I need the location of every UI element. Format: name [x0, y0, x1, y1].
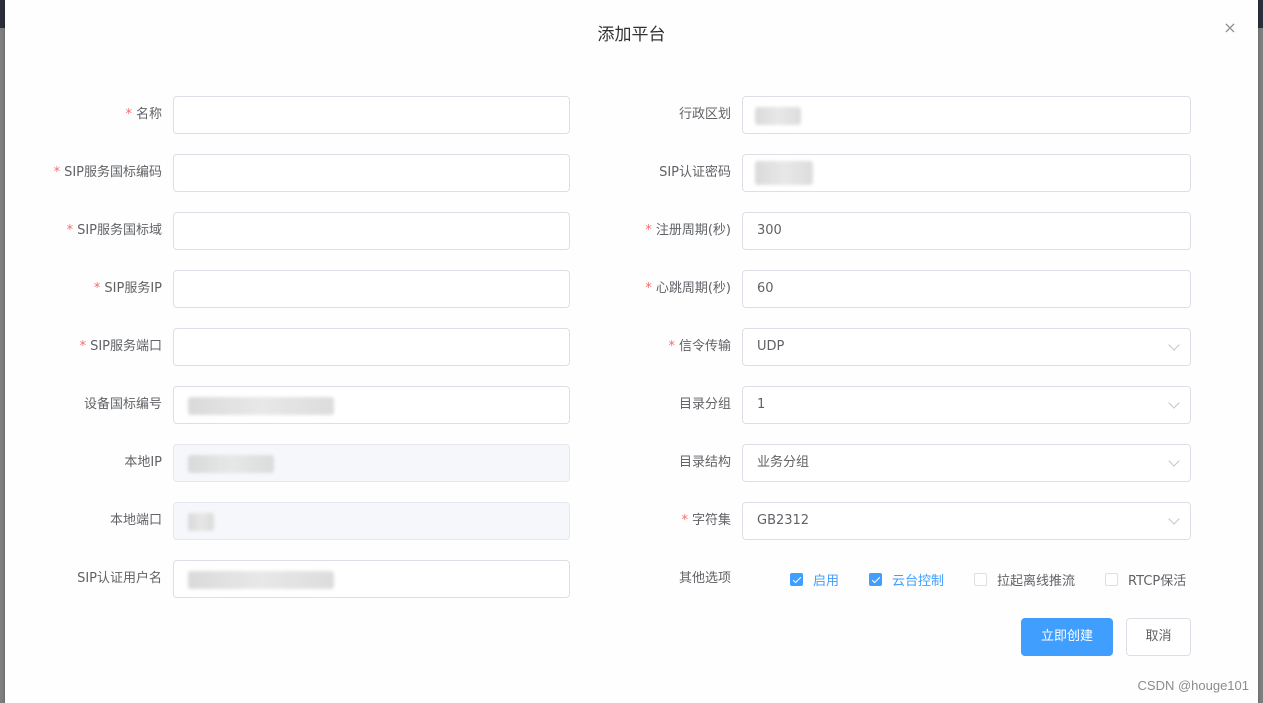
field-sip-server-id: * SIP服务国标编码	[5, 154, 605, 192]
dialog-title: 添加平台	[597, 25, 666, 45]
checkbox-start-offline-push[interactable]: 拉起离线推流	[974, 570, 1075, 589]
field-device-gb-id: 设备国标编号	[5, 386, 605, 424]
field-other-options: 其他选项 启用 云台控制 拉起离线推流 RTCP保活	[605, 560, 1258, 598]
catalog-group-select[interactable]: 1	[742, 386, 1191, 424]
field-catalog-group: 目录分组 1	[605, 386, 1258, 424]
admin-division-input[interactable]	[742, 96, 1191, 134]
field-label: 目录结构	[678, 455, 731, 470]
field-label: * 心跳周期(秒)	[645, 281, 731, 296]
checkbox-unchecked-icon	[1105, 572, 1119, 586]
checkbox-enable[interactable]: 启用	[790, 570, 839, 589]
field-sip-server-port: * SIP服务端口	[5, 328, 605, 366]
sip-server-domain-input[interactable]	[173, 212, 570, 250]
field-name: * 名称	[5, 96, 605, 134]
transport-select[interactable]: UDP	[742, 328, 1191, 366]
field-charset: * 字符集 GB2312	[605, 502, 1258, 540]
cancel-button[interactable]: 取消	[1126, 618, 1191, 656]
checkbox-ptz-control[interactable]: 云台控制	[869, 570, 944, 589]
device-gb-id-input[interactable]	[173, 386, 570, 424]
redacted-value	[188, 455, 274, 473]
field-admin-division: 行政区划	[605, 96, 1258, 134]
keepalive-period-input[interactable]: 60	[742, 270, 1191, 308]
checkbox-checked-icon	[790, 572, 803, 586]
redacted-value	[188, 571, 334, 589]
field-label: 行政区划	[678, 107, 731, 122]
field-label: SIP认证用户名	[77, 571, 162, 586]
chevron-down-icon	[1168, 513, 1180, 525]
create-button[interactable]: 立即创建	[1021, 618, 1113, 656]
field-label: 设备国标编号	[83, 397, 162, 412]
sip-server-id-input[interactable]	[173, 154, 570, 192]
select-value: UDP	[757, 339, 785, 354]
chevron-down-icon	[1168, 397, 1180, 409]
sip-server-ip-input[interactable]	[173, 270, 570, 308]
checkbox-unchecked-icon	[974, 572, 988, 586]
redacted-value	[755, 107, 801, 125]
field-sip-server-domain: * SIP服务国标域	[5, 212, 605, 250]
field-local-ip: 本地IP	[5, 444, 605, 482]
field-label: 本地IP	[124, 455, 162, 470]
redacted-value	[188, 397, 334, 415]
add-platform-dialog: 添加平台 × * 名称 * SIP服务国标编码 * SIP服务国标域 * SIP服务IP…	[5, 0, 1258, 703]
field-label: * SIP服务国标域	[66, 223, 162, 238]
watermark: CSDN @houge101	[1137, 678, 1249, 693]
charset-select[interactable]: GB2312	[742, 502, 1191, 540]
field-register-period: * 注册周期(秒) 300	[605, 212, 1258, 250]
field-label: * 注册周期(秒)	[645, 223, 731, 238]
field-label: 目录分组	[678, 397, 731, 412]
chevron-down-icon	[1168, 339, 1180, 351]
field-label: 其他选项	[678, 571, 731, 586]
field-label: * SIP服务国标编码	[53, 165, 162, 180]
select-value: 业务分组	[757, 455, 810, 470]
local-ip-input	[173, 444, 570, 482]
catalog-structure-select[interactable]: 业务分组	[742, 444, 1191, 482]
redacted-value	[188, 513, 214, 531]
field-sip-auth-password: SIP认证密码	[605, 154, 1258, 192]
close-icon[interactable]: ×	[1220, 18, 1240, 38]
field-label: * SIP服务端口	[79, 339, 162, 354]
sip-server-port-input[interactable]	[173, 328, 570, 366]
checkbox-rtcp-keepalive[interactable]: RTCP保活	[1105, 570, 1186, 589]
field-catalog-structure: 目录结构 业务分组	[605, 444, 1258, 482]
field-transport: * 信令传输 UDP	[605, 328, 1258, 366]
field-keepalive-period: * 心跳周期(秒) 60	[605, 270, 1258, 308]
options-checkbox-group: 启用 云台控制 拉起离线推流 RTCP保活	[790, 560, 1186, 598]
redacted-value	[755, 161, 813, 185]
field-label: * 名称	[125, 107, 162, 122]
name-input[interactable]	[173, 96, 570, 134]
field-label: SIP认证密码	[659, 165, 731, 180]
checkbox-checked-icon	[869, 572, 883, 586]
chevron-down-icon	[1168, 455, 1180, 467]
sip-auth-username-input[interactable]	[173, 560, 570, 598]
select-value: GB2312	[757, 513, 810, 528]
select-value: 1	[757, 397, 766, 412]
field-local-port: 本地端口	[5, 502, 605, 540]
register-period-input[interactable]: 300	[742, 212, 1191, 250]
field-sip-auth-username: SIP认证用户名	[5, 560, 605, 598]
field-label: * 信令传输	[668, 339, 731, 354]
field-label: * SIP服务IP	[93, 281, 162, 296]
sip-auth-password-input[interactable]	[742, 154, 1191, 192]
field-sip-server-ip: * SIP服务IP	[5, 270, 605, 308]
local-port-input	[173, 502, 570, 540]
field-label: * 字符集	[681, 513, 731, 528]
field-label: 本地端口	[109, 513, 162, 528]
